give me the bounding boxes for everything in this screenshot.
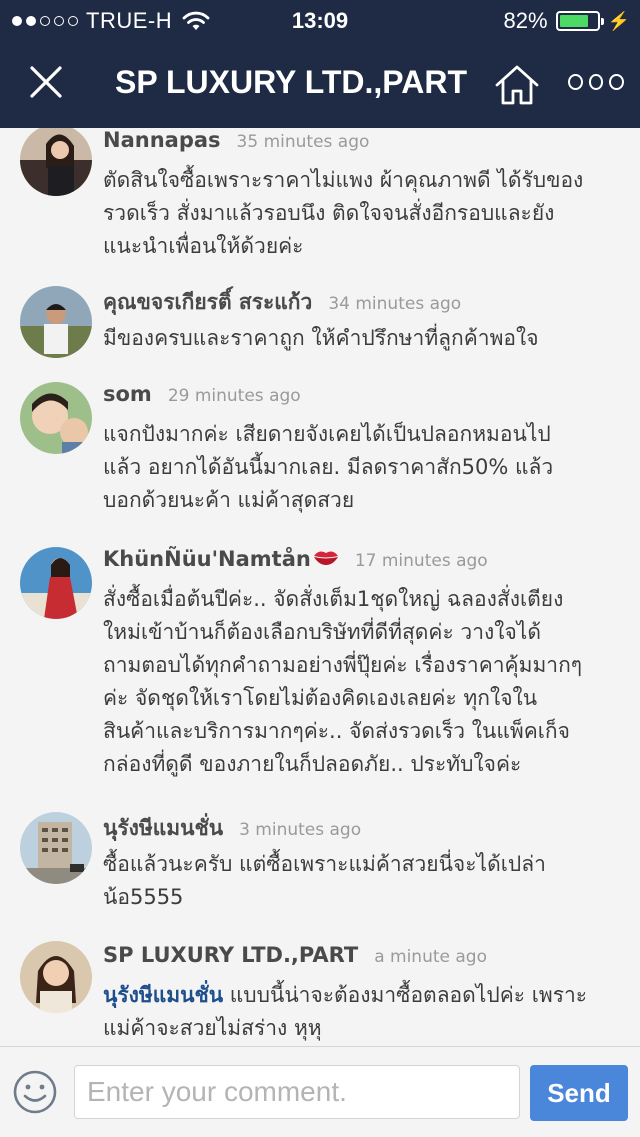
battery-icon — [555, 11, 604, 31]
comment-time: a minute ago — [374, 947, 487, 967]
comment-text: นุรังษีแมนชั่น แบบนี้น่าจะต้องมาซื้อตลอด… — [103, 983, 588, 1040]
commenter-name[interactable]: SP LUXURY LTD.,PART — [103, 943, 358, 967]
comment-list[interactable]: Nannapas 35 minutes ago ตัดสินใจซื้อเพราะ… — [0, 128, 640, 1046]
send-button[interactable]: Send — [530, 1065, 628, 1121]
comment-text: แจกปังมากค่ะ เสียดายจังเคยได้เป็นปลอกหมอ… — [103, 422, 554, 512]
commenter-name[interactable]: KhünÑüu'Namtån — [103, 547, 311, 571]
close-icon[interactable] — [24, 60, 68, 104]
battery-percentage: 82% — [503, 8, 548, 33]
avatar[interactable] — [20, 812, 92, 884]
avatar[interactable] — [20, 941, 92, 1013]
commenter-name[interactable]: นุรังษีแมนชั่น — [103, 812, 223, 845]
comment-time: 35 minutes ago — [236, 132, 370, 152]
comment-input[interactable] — [74, 1065, 520, 1119]
header: SP LUXURY LTD.,PART — [0, 40, 640, 128]
home-icon[interactable] — [494, 64, 540, 106]
comment-time: 29 minutes ago — [167, 386, 301, 406]
comment-text: ตัดสินใจซื้อเพราะราคาไม่แพง ผ้าคุณภาพดี … — [103, 168, 584, 258]
avatar[interactable] — [20, 128, 92, 196]
top-bar: TRUE-H 13:09 82% ⚡ SP LUXURY LTD.,PART — [0, 0, 640, 128]
avatar[interactable] — [20, 382, 92, 454]
emoji-smiley-icon[interactable] — [12, 1069, 58, 1115]
commenter-name[interactable]: คุณขจรเกียรติ์ สระแก้ว — [103, 286, 312, 319]
comment-input-bar: Send — [0, 1046, 640, 1137]
mention-link[interactable]: นุรังษีแมนชั่น — [103, 983, 223, 1007]
comment-text: สั่งซื้อเมื่อต้นปีค่ะ.. จัดสั่งเต็ม1ชุดใ… — [103, 587, 583, 776]
comment-time: 17 minutes ago — [354, 551, 488, 571]
commenter-name[interactable]: Nannapas — [103, 128, 221, 152]
page-title: SP LUXURY LTD.,PART — [115, 64, 468, 100]
avatar[interactable] — [20, 286, 92, 358]
more-options-icon[interactable] — [568, 74, 625, 94]
commenter-name[interactable]: som — [103, 382, 152, 406]
comment-text: มีของครบและราคาถูก ให้คำปรึกษาที่ลูกค้าพ… — [103, 326, 539, 350]
comment-text: ซื้อแล้วนะครับ แต่ซื้อเพราะแม่ค้าสวยนี่จ… — [103, 852, 546, 909]
avatar[interactable] — [20, 547, 92, 619]
kiss-lips-icon — [313, 551, 338, 565]
status-bar: TRUE-H 13:09 82% ⚡ — [0, 0, 640, 40]
comment-time: 3 minutes ago — [239, 820, 362, 840]
charging-icon: ⚡ — [607, 10, 630, 31]
comment-time: 34 minutes ago — [328, 294, 462, 314]
